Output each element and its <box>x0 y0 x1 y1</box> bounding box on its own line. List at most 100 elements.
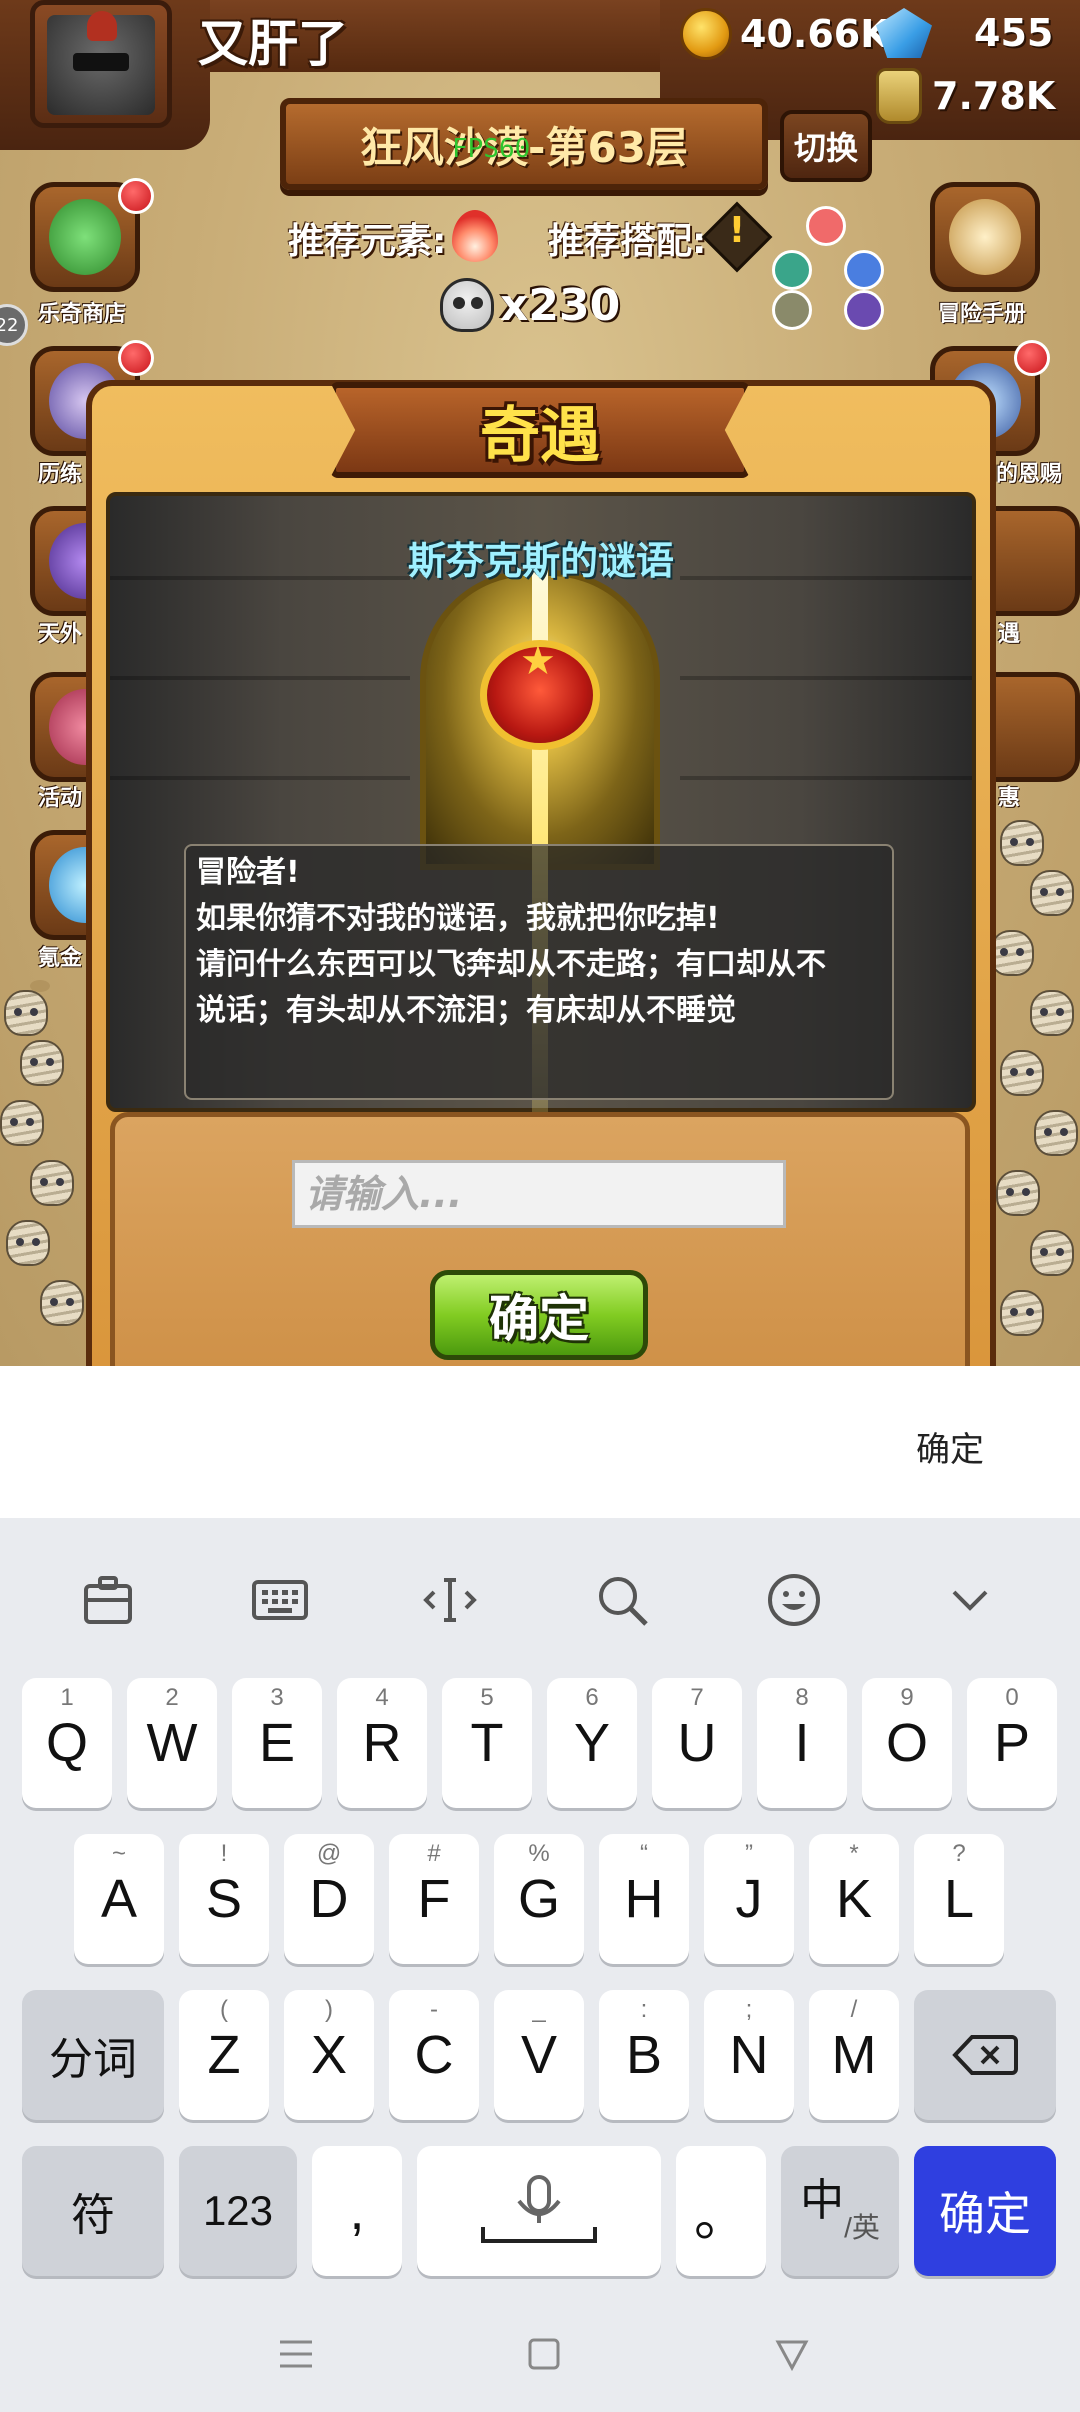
key-n[interactable]: ; N <box>704 1990 794 2120</box>
key-l[interactable]: ? L <box>914 1834 1004 1964</box>
microphone-icon <box>481 2175 597 2243</box>
riddle-title: 斯芬克斯的谜语 <box>407 539 674 583</box>
side-badge[interactable]: 22 <box>0 304 28 346</box>
enemy-mummy <box>1030 990 1074 1036</box>
dialog-title: 奇遇 <box>480 400 600 471</box>
language-switch-key[interactable]: 中 /英 <box>781 2146 899 2276</box>
key-q[interactable]: 1Q <box>22 1678 112 1808</box>
backspace-key[interactable] <box>914 1990 1056 2120</box>
enemy-mummy <box>20 1040 64 1086</box>
key-b[interactable]: :B <box>599 1990 689 2120</box>
enemy-count: x230 <box>500 279 621 331</box>
key-c[interactable]: -C <box>389 1990 479 2120</box>
riddle-text-box: 冒险者! 如果你猜不对我的谜语，我就把你吃掉! 请问什么东西可以飞奔却从不走路；… <box>184 844 894 1100</box>
notification-dot <box>118 340 154 376</box>
backspace-icon <box>952 2035 1018 2075</box>
key-v[interactable]: _ V <box>494 1990 584 2120</box>
key-r[interactable]: 4R <box>337 1678 427 1808</box>
soft-keyboard <box>0 1518 1080 2412</box>
shop-label: 乐奇商店 <box>38 302 127 327</box>
key-j[interactable]: ” J <box>704 1834 794 1964</box>
event-label: 活动 <box>38 786 83 811</box>
switch-button[interactable]: 切换 <box>780 110 872 182</box>
adventure-guide-button[interactable] <box>930 182 1040 292</box>
riddle-line: 冒险者! <box>196 855 300 890</box>
key-f[interactable]: # F <box>389 1834 479 1964</box>
key-x[interactable]: ) X <box>284 1990 374 2120</box>
enemy-mummy <box>1000 1050 1044 1096</box>
numeric-key[interactable]: 123 <box>179 2146 297 2276</box>
dark-orb-icon <box>844 290 884 330</box>
key-u[interactable]: 7U <box>652 1678 742 1808</box>
gold-amount: 40.66K <box>740 12 890 56</box>
training-label: 历练 <box>38 462 83 487</box>
key-m[interactable]: / M <box>809 1990 899 2120</box>
enter-key[interactable]: 确定 <box>914 2146 1056 2276</box>
key-h[interactable]: “H <box>599 1834 689 1964</box>
scroll-icon <box>949 199 1021 275</box>
key-o[interactable]: 9O <box>862 1678 952 1808</box>
warning-exclamation-icon: ! <box>728 210 746 251</box>
knight-helmet-icon <box>47 11 155 115</box>
notification-dot <box>118 178 154 214</box>
earth-orb-icon <box>772 290 812 330</box>
enemy-mummy <box>6 1220 50 1266</box>
riddle-line: 如果你猜不对我的谜语，我就把你吃掉! <box>196 901 720 936</box>
search-icon[interactable] <box>592 1570 652 1630</box>
key-i[interactable]: 8I <box>757 1678 847 1808</box>
recommend-combo-label: 推荐搭配: <box>548 221 707 262</box>
adventure-guide-label: 冒险手册 <box>938 302 1027 327</box>
gold-counter: 40.66K <box>680 8 890 60</box>
key-a[interactable]: ~ A <box>74 1834 164 1964</box>
key-g[interactable]: % G <box>494 1834 584 1964</box>
enemy-mummy <box>990 930 1034 976</box>
player-avatar[interactable] <box>30 0 172 128</box>
enemy-mummy <box>1030 1230 1074 1276</box>
riddle-line: 请问什么东西可以飞奔却从不走路；有口却从不 <box>196 947 826 982</box>
potion-jar-icon <box>876 68 922 124</box>
keyboard-icon[interactable] <box>250 1570 310 1630</box>
back-icon[interactable] <box>772 2334 812 2374</box>
skull-icon <box>440 278 494 332</box>
clover-icon <box>49 199 121 275</box>
benefit-label: 惠 <box>998 786 1021 811</box>
key-p[interactable]: 0P <box>967 1678 1057 1808</box>
enemy-mummy <box>0 1100 44 1146</box>
key-d[interactable]: @ D <box>284 1834 374 1964</box>
menu-icon[interactable] <box>276 2334 316 2374</box>
key-e[interactable]: 3E <box>232 1678 322 1808</box>
comma-key[interactable]: , <box>312 2146 402 2276</box>
emoji-icon[interactable] <box>764 1570 824 1630</box>
answer-input[interactable] <box>292 1160 786 1228</box>
enemy-mummy <box>996 1170 1040 1216</box>
key-s[interactable]: ! S <box>179 1834 269 1964</box>
potion-counter: 7.78K <box>876 68 1055 124</box>
enemy-mummy <box>4 990 48 1036</box>
collapse-keyboard-icon[interactable] <box>940 1570 1000 1630</box>
wind-orb-icon <box>772 250 812 290</box>
ime-confirm-button[interactable]: 确定 <box>916 1422 984 1471</box>
key-z[interactable]: (Z <box>179 1990 269 2120</box>
key-w[interactable]: 2W <box>127 1678 217 1808</box>
key-t[interactable]: 5T <box>442 1678 532 1808</box>
key-y[interactable]: 6Y <box>547 1678 637 1808</box>
star-icon: ★ <box>520 638 556 684</box>
segment-key[interactable]: 分词 <box>22 1990 164 2120</box>
fire-orb-icon <box>806 206 846 246</box>
enemy-mummy <box>1034 1110 1078 1156</box>
encounter-label: 遇 <box>998 622 1021 647</box>
gold-coin-icon <box>680 8 732 60</box>
riddle-line: 说话；有头却从不流泪；有床却从不睡觉 <box>196 993 736 1028</box>
home-icon[interactable] <box>524 2334 564 2374</box>
clipboard-icon[interactable] <box>78 1570 138 1630</box>
space-key[interactable] <box>417 2146 661 2276</box>
symbol-key[interactable]: 符 <box>22 2146 164 2276</box>
water-orb-icon <box>844 250 884 290</box>
period-key[interactable]: 。 <box>676 2146 766 2276</box>
gem-amount: 455 <box>974 11 1054 55</box>
confirm-answer-button[interactable]: 确定 <box>430 1270 648 1360</box>
cursor-icon[interactable] <box>420 1570 480 1630</box>
diamond-icon <box>876 8 932 58</box>
key-k[interactable]: * K <box>809 1834 899 1964</box>
blessing-label: 的恩赐 <box>996 462 1063 487</box>
